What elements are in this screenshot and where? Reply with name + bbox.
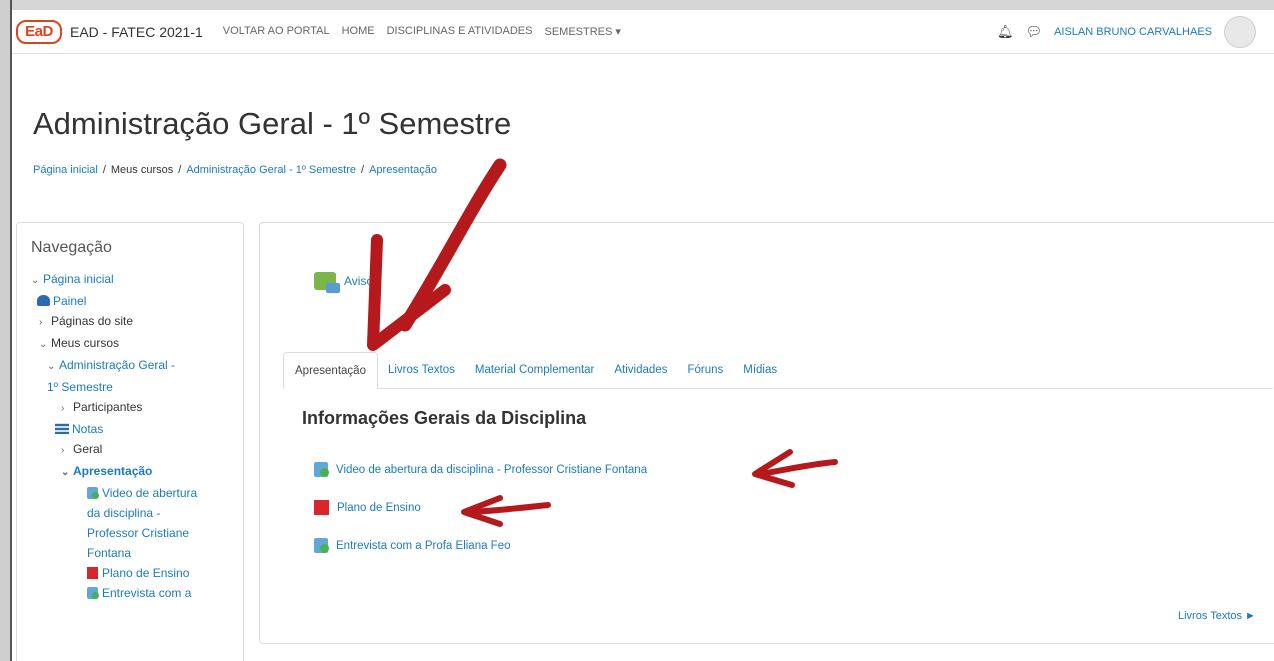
tree-label: Fontana	[87, 546, 132, 560]
bell-icon[interactable]: 🔔︎	[997, 24, 1014, 40]
pdf-icon	[87, 567, 98, 579]
tree-item-course-cont[interactable]: 1º Semestre	[31, 377, 243, 397]
tree-label: Participantes	[73, 400, 143, 414]
tree-item-presentation[interactable]: ⌄ Apresentação	[31, 461, 243, 483]
activity-label: Plano de Ensino	[337, 501, 421, 514]
tree-label: Professor Cristiane	[87, 526, 190, 540]
tree-item-site-pages[interactable]: › Páginas do site	[31, 311, 243, 333]
tree-item-video-opening-cont[interactable]: Professor Cristiane	[31, 523, 243, 543]
activity-plano-ensino[interactable]: Plano de Ensino	[314, 500, 421, 515]
page-header: Administração Geral - 1º Semestre	[33, 106, 511, 142]
tree-item-video-opening[interactable]: Video de abertura	[31, 483, 243, 503]
activity-label: Video de abertura da disciplina - Profes…	[336, 463, 648, 476]
tree-label: Páginas do site	[51, 314, 134, 328]
announcements-label: Avisos	[344, 274, 380, 288]
tree-item-video-opening-cont[interactable]: da disciplina -	[31, 503, 243, 523]
activity-video-opening[interactable]: Video de abertura da disciplina - Profes…	[314, 462, 647, 477]
breadcrumb: Página inicial / Meus cursos / Administração…	[33, 164, 437, 176]
tab-atividades[interactable]: Atividades	[604, 364, 677, 388]
forum-icon	[314, 272, 340, 293]
window-frame-top	[0, 0, 1274, 10]
nav-link-semestres-dropdown[interactable]: SEMESTRES ▾	[544, 25, 620, 38]
nav-link-home[interactable]: HOME	[342, 25, 375, 38]
chevron-right-icon: ›	[39, 317, 43, 328]
chevron-down-icon: ⌄	[39, 339, 48, 350]
chevron-down-icon: ⌄	[47, 361, 56, 372]
tree-item-general[interactable]: › Geral	[31, 439, 243, 461]
video-icon	[314, 462, 329, 477]
video-icon	[87, 587, 99, 599]
user-menu-name[interactable]: AISLAN BRUNO CARVALHAES	[1054, 26, 1212, 38]
table-icon	[55, 423, 69, 434]
tab-foruns[interactable]: Fóruns	[677, 364, 733, 388]
next-section-link[interactable]: Livros Textos ►	[1178, 610, 1256, 622]
chevron-down-icon: ⌄	[61, 467, 70, 478]
window-frame-left	[0, 0, 12, 661]
chevron-right-icon: ›	[61, 445, 65, 456]
breadcrumb-home[interactable]: Página inicial	[33, 164, 98, 176]
tree-label: Video de abertura	[102, 486, 198, 500]
tree-label: Apresentação	[73, 464, 153, 478]
activity-interview[interactable]: Entrevista com a Profa Eliana Feo	[314, 538, 511, 553]
tab-livros-textos[interactable]: Livros Textos	[378, 364, 465, 388]
navbar-user-area: 🔔︎ 💬︎ AISLAN BRUNO CARVALHAES	[997, 16, 1256, 48]
site-logo[interactable]: EaD	[16, 19, 62, 44]
tree-label: 1º Semestre	[47, 380, 113, 394]
video-icon	[314, 538, 329, 553]
user-avatar[interactable]	[1224, 16, 1256, 48]
tree-item-interview[interactable]: Entrevista com a	[31, 583, 243, 603]
section-tabs: Apresentação Livros Textos Material Comp…	[283, 350, 1273, 389]
tree-label: Entrevista com a	[102, 586, 192, 600]
tree-item-participants[interactable]: › Participantes	[31, 397, 243, 419]
tree-item-home[interactable]: ⌄ Página inicial	[31, 269, 243, 291]
chevron-down-icon: ⌄	[31, 275, 40, 286]
section-title: Informações Gerais da Disciplina	[302, 408, 587, 428]
announcements-forum-link[interactable]: Avisos	[314, 272, 380, 293]
nav-link-voltar-portal[interactable]: VOLTAR AO PORTAL	[223, 25, 330, 38]
tab-midias[interactable]: Mídias	[733, 364, 787, 388]
tab-material-complementar[interactable]: Material Complementar	[465, 364, 605, 388]
top-navbar: EaD EAD - FATEC 2021-1 VOLTAR AO PORTAL …	[12, 10, 1274, 54]
page-title: Administração Geral - 1º Semestre	[33, 106, 512, 141]
chat-icon[interactable]: 💬︎	[1026, 24, 1043, 40]
tree-label: Administração Geral -	[59, 358, 176, 372]
tree-item-dashboard[interactable]: Painel	[31, 291, 243, 311]
course-content-card	[259, 222, 1274, 644]
video-icon	[87, 487, 99, 499]
tree-label: Página inicial	[43, 272, 114, 286]
nav-links: VOLTAR AO PORTAL HOME DISCIPLINAS e ATIV…	[223, 25, 621, 38]
tree-item-grades[interactable]: Notas	[31, 419, 243, 439]
tab-apresentacao[interactable]: Apresentação	[283, 352, 378, 389]
navigation-block: Navegação ⌄ Página inicial Painel › Página…	[16, 222, 244, 661]
tree-label: Plano de Ensino	[102, 566, 190, 580]
breadcrumb-course[interactable]: Administração Geral - 1º Semestre	[186, 164, 356, 176]
dashboard-icon	[37, 295, 50, 306]
pdf-icon	[314, 500, 329, 515]
site-name[interactable]: EAD - FATEC 2021-1	[70, 24, 203, 40]
chevron-right-icon: ›	[61, 403, 65, 414]
activity-label: Entrevista com a Profa Eliana Feo	[336, 539, 511, 552]
breadcrumb-my-courses: Meus cursos	[110, 164, 174, 176]
tree-item-video-opening-cont[interactable]: Fontana	[31, 543, 243, 563]
tree-label: Painel	[53, 294, 87, 308]
tree-item-plano-ensino[interactable]: Plano de Ensino	[31, 563, 243, 583]
breadcrumb-section[interactable]: Apresentação	[369, 164, 437, 176]
nav-link-disciplinas[interactable]: DISCIPLINAS e ATIVIDADES	[387, 25, 533, 38]
tree-item-my-courses[interactable]: ⌄ Meus cursos	[31, 333, 243, 355]
navigation-block-title: Navegação	[31, 239, 112, 256]
tree-label: da disciplina -	[87, 506, 161, 520]
tree-item-course[interactable]: ⌄ Administração Geral -	[31, 355, 243, 377]
tree-label: Meus cursos	[51, 336, 120, 350]
tree-label: Geral	[73, 442, 103, 456]
tree-label: Notas	[72, 422, 104, 436]
